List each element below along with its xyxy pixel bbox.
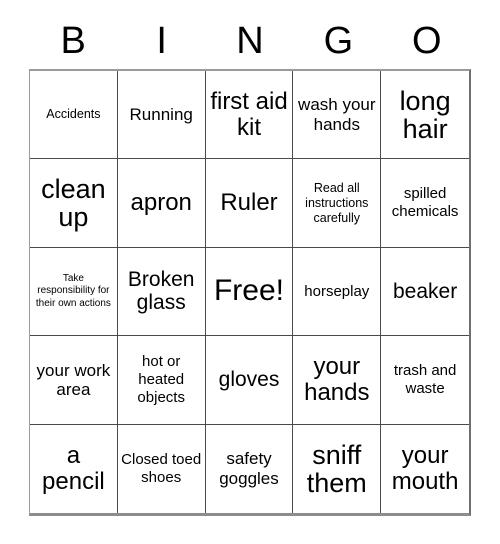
bingo-cell-label: your mouth bbox=[391, 441, 459, 495]
bingo-header-row: BINGO bbox=[29, 14, 471, 68]
bingo-cell[interactable]: trash and waste bbox=[381, 336, 469, 425]
bingo-cell[interactable]: Closed toed shoes bbox=[117, 424, 206, 513]
bingo-cell[interactable]: Read all instructions carefully bbox=[293, 159, 382, 248]
bingo-cell[interactable]: hot or heated objects bbox=[117, 336, 206, 425]
bingo-cell[interactable]: wash your hands bbox=[293, 71, 382, 160]
bingo-cell-label: sniff them bbox=[306, 439, 367, 498]
bingo-cell[interactable]: safety goggles bbox=[205, 424, 294, 513]
bingo-cell-label: horseplay bbox=[304, 282, 370, 300]
bingo-cell-label: Free! bbox=[213, 274, 284, 308]
bingo-cell[interactable]: Accidents bbox=[30, 71, 118, 160]
bingo-card: B I N G O Accidents Running first aid kit wash … bbox=[0, 0, 500, 544]
bingo-cell-label: apron bbox=[130, 189, 192, 217]
bingo-cell-label: long hair bbox=[399, 85, 451, 144]
bingo-header-letter-1: I bbox=[156, 20, 167, 62]
bingo-cell-label: your work area bbox=[36, 360, 111, 399]
bingo-cell-label: Broken glass bbox=[127, 268, 195, 315]
bingo-cell-label: clean up bbox=[41, 174, 106, 233]
bingo-cell[interactable]: horseplay bbox=[293, 247, 382, 337]
bingo-cell-label: gloves bbox=[218, 368, 280, 392]
bingo-cell[interactable]: Ruler bbox=[205, 159, 294, 248]
bingo-cell[interactable]: Take responsibility for their own action… bbox=[30, 247, 118, 337]
bingo-cell[interactable]: a pencil bbox=[30, 424, 118, 513]
bingo-cell-label: hot or heated objects bbox=[137, 353, 185, 406]
bingo-cell[interactable]: apron bbox=[117, 159, 206, 248]
bingo-header-letter-4: O bbox=[412, 20, 442, 62]
bingo-header-letter-2: N bbox=[236, 20, 264, 62]
bingo-cell-label: Read all instructions carefully bbox=[305, 180, 369, 225]
bingo-header-letter-3: G bbox=[323, 20, 354, 62]
bingo-cell-label: Accidents bbox=[46, 107, 101, 122]
bingo-cell[interactable]: long hair bbox=[381, 71, 469, 160]
bingo-cell-label: a pencil bbox=[42, 441, 105, 495]
bingo-cell-label: your hands bbox=[304, 352, 370, 406]
bingo-cell-label: Closed toed shoes bbox=[121, 451, 202, 486]
bingo-cell-label: beaker bbox=[392, 279, 458, 303]
bingo-header-letter-0: B bbox=[60, 20, 86, 62]
bingo-cell[interactable]: first aid kit bbox=[205, 71, 294, 160]
bingo-cell[interactable]: gloves bbox=[205, 336, 294, 425]
bingo-cell[interactable]: clean up bbox=[30, 159, 118, 248]
bingo-cell[interactable]: your mouth bbox=[381, 424, 469, 513]
bingo-cell-label: wash your hands bbox=[298, 95, 376, 134]
bingo-cell-label: Running bbox=[129, 105, 193, 124]
bingo-free-space-cell[interactable]: Free! bbox=[205, 247, 294, 337]
bingo-grid: Accidents Running first aid kit wash your h… bbox=[29, 69, 471, 516]
bingo-cell-label: trash and waste bbox=[393, 362, 457, 397]
bingo-cell[interactable]: your work area bbox=[30, 336, 118, 425]
bingo-cell[interactable]: sniff them bbox=[293, 424, 382, 513]
bingo-cell-label: spilled chemicals bbox=[391, 185, 459, 221]
bingo-cell[interactable]: spilled chemicals bbox=[381, 159, 469, 248]
bingo-cell[interactable]: your hands bbox=[293, 336, 382, 425]
bingo-cell-label: first aid kit bbox=[210, 87, 288, 141]
bingo-cell[interactable]: beaker bbox=[381, 247, 469, 337]
bingo-cell-label: Take responsibility for their own action… bbox=[35, 273, 111, 309]
bingo-cell-label: Ruler bbox=[220, 189, 278, 217]
bingo-cell-label: safety goggles bbox=[219, 449, 279, 488]
bingo-cell[interactable]: Running bbox=[117, 71, 206, 160]
bingo-cell[interactable]: Broken glass bbox=[117, 247, 206, 337]
